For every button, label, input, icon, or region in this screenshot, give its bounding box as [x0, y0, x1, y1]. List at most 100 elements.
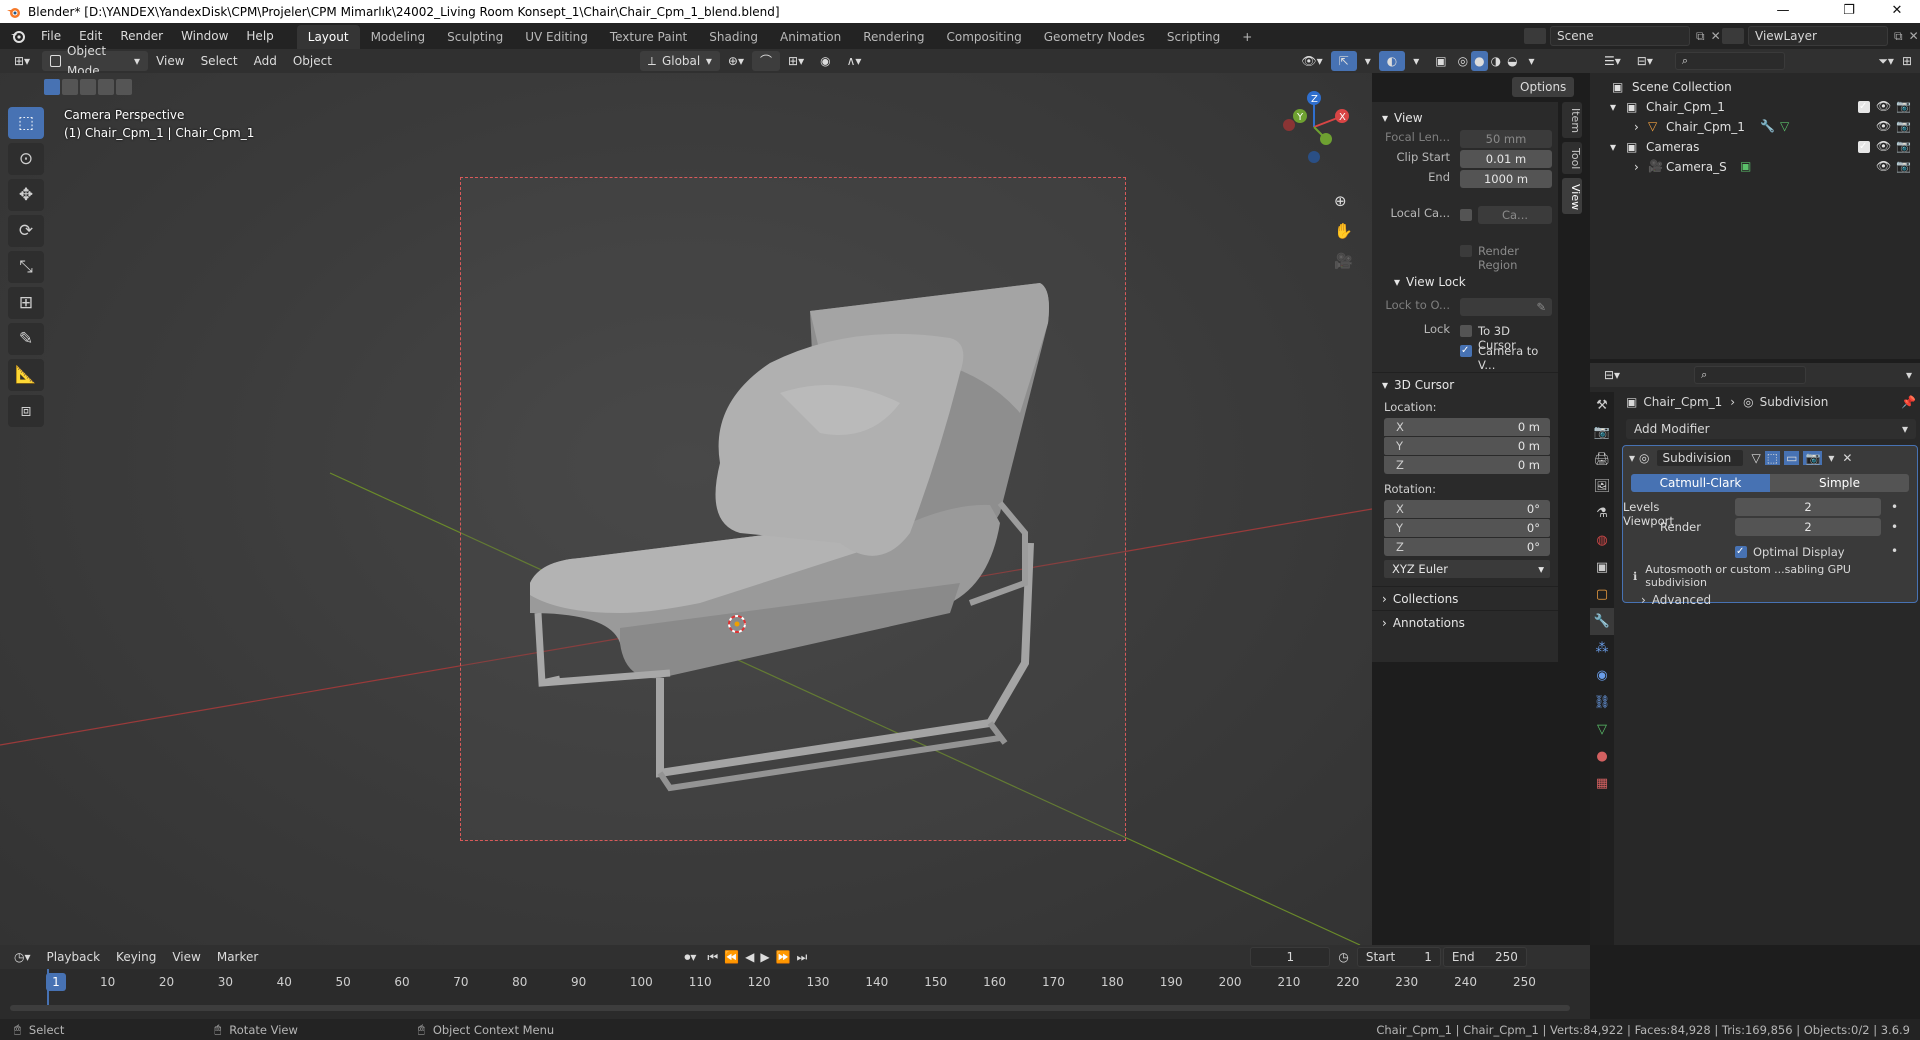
maximize-button[interactable]: ❐ [1826, 0, 1872, 23]
modifier-name-field[interactable]: Subdivision [1655, 449, 1744, 467]
render-region-checkbox[interactable] [1460, 245, 1472, 257]
mesh-data-icon[interactable]: ▽ [1780, 119, 1789, 133]
view-panel-header[interactable]: ▾ View [1372, 106, 1558, 130]
properties-search-input[interactable]: ⌕ [1694, 366, 1807, 384]
move-tool-icon[interactable]: ✥ [8, 179, 44, 211]
zoom-icon[interactable]: ⊕ [1334, 192, 1347, 210]
lock-to-object-field[interactable]: ✎ [1460, 298, 1552, 316]
lock-to-cursor-checkbox[interactable] [1460, 325, 1472, 337]
outliner-row-chair-collection[interactable]: ▾ ▣ Chair_Cpm_1 👁 📷 [1590, 97, 1920, 117]
render-camera-icon[interactable]: 📷 [1896, 119, 1911, 133]
eye-icon[interactable]: 👁 [1876, 99, 1891, 113]
select-box-tool-icon[interactable]: ⬚ [8, 107, 44, 139]
mode-dropdown[interactable]: Object Mode ▾ [42, 44, 149, 78]
snap-icon[interactable]: ⌒ [752, 51, 781, 71]
clip-end-field[interactable]: 1000 m [1460, 170, 1552, 188]
tool-tab-icon[interactable]: ⚒ [1590, 392, 1614, 419]
levels-viewport-field[interactable]: 2 [1735, 498, 1881, 516]
close-window-button[interactable]: ✕ [1874, 0, 1920, 23]
constraints-tab-icon[interactable]: ⛓ [1590, 689, 1614, 716]
scene-remove-icon[interactable]: ✕ [1711, 29, 1721, 43]
timeline-editor-type-icon[interactable]: ◷▾ [6, 947, 39, 967]
gizmo-options-icon[interactable]: ▾ [1357, 51, 1379, 71]
navigation-gizmo[interactable]: Z X Y [1270, 87, 1350, 167]
xray-icon[interactable]: ▣ [1427, 51, 1454, 71]
overlays-options-icon[interactable]: ▾ [1405, 51, 1427, 71]
modifier-wrench-icon[interactable]: 🔧 [1760, 119, 1775, 133]
render-camera-icon[interactable]: 📷 [1896, 159, 1911, 173]
outliner-row-camera-object[interactable]: › 🎥 Camera_S ▣ 👁 📷 [1590, 157, 1920, 177]
editor-type-icon[interactable]: ⊞▾ [6, 51, 38, 71]
pan-hand-icon[interactable]: ✋ [1334, 222, 1353, 240]
3d-viewport[interactable]: Camera Perspective (1) Chair_Cpm_1 | Cha… [0, 73, 1372, 945]
clip-start-field[interactable]: 0.01 m [1460, 150, 1552, 168]
scale-tool-icon[interactable]: ⤡ [8, 251, 44, 283]
annotate-tool-icon[interactable]: ✎ [8, 323, 44, 355]
chevron-right-icon[interactable]: › [1634, 120, 1639, 134]
rotate-tool-icon[interactable]: ⟳ [8, 215, 44, 247]
tab-tool[interactable]: Tool [1562, 142, 1582, 174]
shading-wireframe-icon[interactable]: ◎ [1455, 51, 1471, 71]
viewlayer-remove-icon[interactable]: ✕ [1909, 29, 1919, 43]
chevron-down-icon[interactable]: ▾ [1610, 140, 1616, 154]
tab-scripting[interactable]: Scripting [1156, 25, 1231, 49]
edit-mode-toggle-icon[interactable]: ▽ [1752, 451, 1761, 465]
preview-range-icon[interactable]: ◷ [1330, 947, 1356, 967]
playhead-frame-label[interactable]: 1 [46, 973, 66, 991]
cursor-location-y[interactable]: Y0 m [1384, 437, 1550, 455]
add-modifier-dropdown[interactable]: Add Modifier ▾ [1626, 419, 1916, 439]
viewport-menu-object[interactable]: Object [285, 51, 340, 71]
3d-cursor-panel-header[interactable]: ▾ 3D Cursor [1372, 372, 1558, 396]
view-lock-header[interactable]: ▾ View Lock [1372, 270, 1558, 294]
chevron-down-icon[interactable]: ▾ [1906, 368, 1912, 382]
camera-data-icon[interactable]: ▣ [1740, 159, 1751, 173]
render-camera-icon[interactable]: 📷 [1896, 139, 1911, 153]
tab-sculpting[interactable]: Sculpting [436, 25, 514, 49]
scene-selector[interactable]: Scene ⧉ ✕ [1524, 26, 1721, 46]
tab-texture-paint[interactable]: Texture Paint [599, 25, 698, 49]
cursor-rotation-z[interactable]: Z 0° [1384, 538, 1550, 556]
annotations-panel-header[interactable]: › Annotations [1372, 610, 1558, 634]
transform-tool-icon[interactable]: ⊞ [8, 287, 44, 319]
viewport-menu-view[interactable]: View [148, 51, 192, 71]
material-tab-icon[interactable]: ● [1590, 743, 1614, 770]
timeline-menu-marker[interactable]: Marker [209, 947, 266, 967]
cursor-rotation-x[interactable]: X 0° [1384, 500, 1550, 518]
chevron-down-icon[interactable]: ▾ [1610, 100, 1616, 114]
chevron-right-icon[interactable]: › [1634, 160, 1639, 174]
play-icon[interactable]: ▶ [757, 947, 772, 967]
proportional-edit-icon[interactable]: ◉ [812, 51, 838, 71]
tab-uv-editing[interactable]: UV Editing [514, 25, 599, 49]
cursor-tool-icon[interactable]: ⊙ [8, 143, 44, 175]
tab-rendering[interactable]: Rendering [852, 25, 935, 49]
tab-simple[interactable]: Simple [1770, 474, 1909, 492]
add-cube-tool-icon[interactable]: ⧈ [8, 395, 44, 427]
timeline-area[interactable]: 10 20 30 40 50 60 70 80 90 100 110 120 130 140 150 160 1… [0, 969, 1590, 1019]
play-reverse-icon[interactable]: ◀ [742, 947, 757, 967]
start-frame-field[interactable]: Start 1 [1356, 947, 1441, 967]
menu-window[interactable]: Window [172, 23, 237, 49]
auto-keying-icon[interactable]: ⏺▾ [676, 947, 704, 967]
tab-catmull-clark[interactable]: Catmull-Clark [1631, 474, 1770, 492]
keyframe-dot-icon[interactable]: • [1891, 500, 1898, 514]
keyframe-dot-icon[interactable]: • [1891, 544, 1898, 558]
outliner-row-chair-object[interactable]: › ▽ Chair_Cpm_1 🔧 ▽ 👁 📷 [1590, 117, 1920, 137]
outliner-row-scene-collection[interactable]: ▣ Scene Collection [1590, 77, 1920, 97]
jump-prev-key-icon[interactable]: ⏪ [721, 947, 742, 967]
scene-tab-icon[interactable]: ⚗ [1590, 500, 1614, 527]
snap-target-icon[interactable]: ⊞▾ [780, 51, 812, 71]
minimize-button[interactable]: — [1760, 0, 1806, 23]
local-camera-field[interactable]: Ca... [1478, 206, 1552, 224]
viewport-menu-select[interactable]: Select [193, 51, 246, 71]
cage-toggle-icon[interactable]: ⬚ [1764, 451, 1781, 465]
particles-tab-icon[interactable]: ⁂ [1590, 635, 1614, 662]
advanced-subpanel-header[interactable]: › Advanced [1641, 590, 1909, 610]
measure-tool-icon[interactable]: 📐 [8, 359, 44, 391]
cursor-rotation-y[interactable]: Y 0° [1384, 519, 1550, 537]
chevron-down-icon[interactable]: ▾ [1828, 451, 1834, 465]
modifier-tab-icon[interactable]: 🔧 [1590, 608, 1614, 635]
tab-view[interactable]: View [1562, 178, 1582, 214]
viewlayer-selector[interactable]: ViewLayer ⧉ ✕ [1722, 26, 1919, 46]
menu-help[interactable]: Help [237, 23, 282, 49]
chair-model[interactable] [520, 283, 1060, 803]
